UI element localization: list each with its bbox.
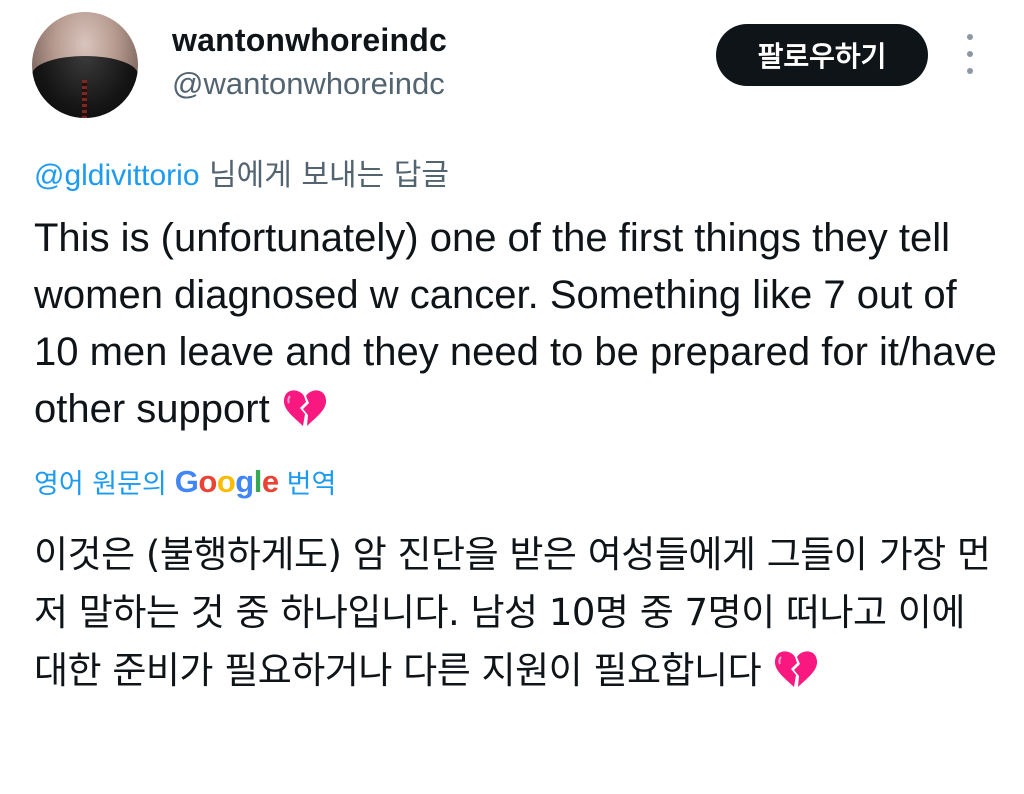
more-vertical-icon[interactable]	[958, 34, 982, 74]
translated-text: 이것은 (불행하게도) 암 진단을 받은 여성들에게 그들이 가장 먼저 말하는…	[34, 526, 1009, 700]
google-logo: Google	[174, 463, 279, 499]
translation-suffix: 번역	[286, 469, 337, 500]
translated-body: 이것은 (불행하게도) 암 진단을 받은 여성들에게 그들이 가장 먼저 말하는…	[34, 533, 991, 692]
broken-heart-icon	[775, 651, 818, 687]
broken-heart-icon	[283, 390, 326, 426]
display-name[interactable]: wantonwhoreindc	[172, 22, 447, 59]
reply-mention-link[interactable]: @gldivittorio	[34, 159, 200, 192]
reply-context: @gldivittorio 님에게 보내는 답글	[34, 150, 449, 194]
translation-prefix: 영어 원문의	[34, 469, 167, 500]
reply-suffix: 님에게 보내는 답글	[199, 158, 449, 193]
tweet-body: This is (unfortunately) one of the first…	[34, 216, 997, 431]
user-handle[interactable]: @wantonwhoreindc	[172, 66, 445, 102]
tweet-text: This is (unfortunately) one of the first…	[34, 210, 1004, 438]
follow-button[interactable]: 팔로우하기	[716, 24, 928, 86]
avatar[interactable]	[32, 12, 138, 118]
avatar-zipper	[82, 80, 87, 118]
translation-attribution[interactable]: 영어 원문의 Google 번역	[34, 462, 336, 501]
tweet-card: wantonwhoreindc @wantonwhoreindc 팔로우하기 @…	[0, 0, 1024, 794]
